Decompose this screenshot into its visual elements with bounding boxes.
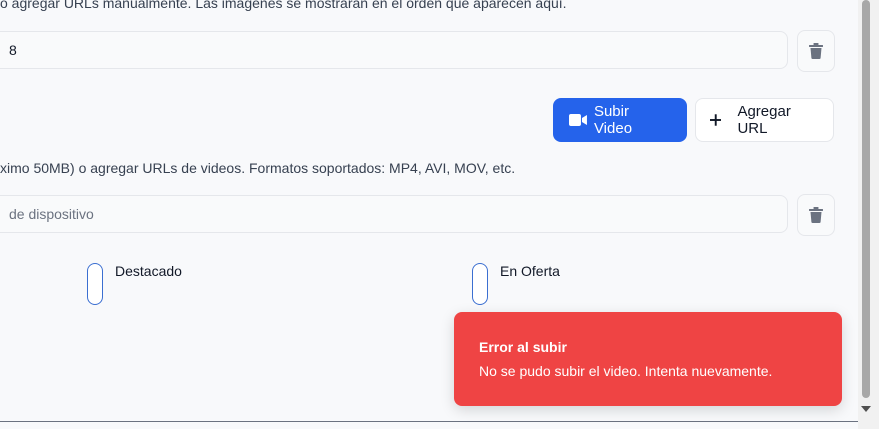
vertical-scrollbar[interactable] bbox=[858, 0, 879, 429]
images-help-text: o agregar URLs manualmente. Las imágenes… bbox=[0, 0, 567, 11]
video-url-input[interactable] bbox=[0, 195, 788, 233]
trash-icon bbox=[809, 43, 823, 59]
video-remove-button[interactable] bbox=[797, 194, 835, 236]
image-remove-button[interactable] bbox=[797, 30, 835, 72]
add-url-button[interactable]: Agregar URL bbox=[695, 98, 834, 142]
upload-video-label: Subir Video bbox=[593, 103, 633, 137]
plus-icon bbox=[710, 114, 722, 126]
error-toast[interactable]: Error al subir No se pudo subir el video… bbox=[454, 312, 842, 406]
on-sale-label: En Oferta bbox=[500, 263, 560, 279]
add-url-label: Agregar URL bbox=[737, 103, 791, 137]
viewport: o agregar URLs manualmente. Las imágenes… bbox=[0, 0, 879, 429]
featured-toggle[interactable] bbox=[87, 263, 103, 305]
featured-label: Destacado bbox=[115, 263, 182, 279]
scrollbar-thumb[interactable] bbox=[862, 0, 870, 398]
scroll-down-arrow-icon[interactable] bbox=[861, 406, 871, 412]
image-url-input[interactable] bbox=[0, 31, 788, 69]
on-sale-toggle[interactable] bbox=[472, 263, 488, 305]
videos-help-text: ximo 50MB) o agregar URLs de videos. For… bbox=[0, 160, 516, 176]
toast-title: Error al subir bbox=[479, 339, 567, 355]
toast-description: No se pudo subir el video. Intenta nueva… bbox=[479, 363, 773, 379]
upload-video-button[interactable]: Subir Video bbox=[553, 98, 687, 142]
trash-icon bbox=[809, 207, 823, 223]
page-bottom-border bbox=[0, 421, 858, 422]
video-camera-icon bbox=[569, 114, 587, 126]
